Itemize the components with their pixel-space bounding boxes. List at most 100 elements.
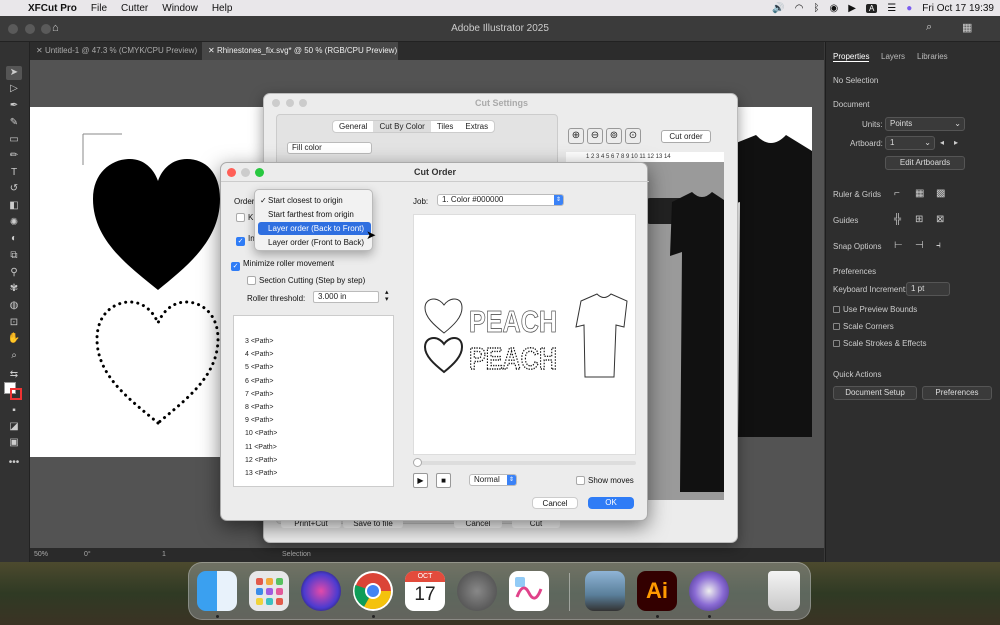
chrome-icon[interactable] xyxy=(353,571,393,611)
hand-tool-icon[interactable]: ✋ xyxy=(6,332,22,346)
job-select[interactable]: 1. Color #000000 ⇕ xyxy=(437,194,564,206)
siri-icon[interactable]: ● xyxy=(906,3,912,14)
draw-mode-icon[interactable]: ◪ xyxy=(6,420,22,434)
snap-point-icon[interactable]: ⊢ xyxy=(894,240,903,251)
zoom-tool-icon[interactable]: ⌕ xyxy=(6,349,22,363)
list-item[interactable]: 6 <Path> xyxy=(234,375,393,388)
screen-mode-icon[interactable]: ▣ xyxy=(6,436,22,450)
k-checkbox[interactable]: K xyxy=(236,213,253,222)
playback-icon[interactable]: ▶ xyxy=(848,3,856,14)
input-source-badge[interactable]: A xyxy=(865,3,878,13)
zoom-in-icon[interactable]: ⊕ xyxy=(568,128,584,144)
list-item[interactable]: 8 <Path> xyxy=(234,401,393,414)
smart-guides-icon[interactable]: ⊠ xyxy=(936,214,944,225)
selection-tool-icon[interactable]: ➤ xyxy=(6,66,22,80)
cancel-button[interactable]: Cancel xyxy=(532,497,578,509)
grid-icon[interactable]: ▦ xyxy=(915,188,924,199)
path-list[interactable]: 3 <Path> 4 <Path> 5 <Path> 6 <Path> 7 <Path>… xyxy=(233,315,394,487)
image-capture-icon[interactable] xyxy=(585,571,625,611)
list-item[interactable]: 13 <Path> xyxy=(234,467,393,480)
tab-layers[interactable]: Layers xyxy=(881,52,905,61)
preferences-button[interactable]: Preferences xyxy=(922,386,992,400)
illustrator-icon[interactable]: Ai xyxy=(637,571,677,611)
menu-cutter[interactable]: Cutter xyxy=(121,3,148,14)
swap-colors-icon[interactable]: ⇆ xyxy=(6,368,22,382)
artboard-number[interactable]: 1 xyxy=(162,551,166,558)
rotate-tool-icon[interactable]: ↺ xyxy=(6,182,22,196)
launchpad-icon[interactable] xyxy=(249,571,289,611)
freeform-icon[interactable] xyxy=(509,571,549,611)
close-tab-icon[interactable]: ✕ xyxy=(208,46,217,55)
cut-order-button[interactable]: Cut order xyxy=(661,130,711,143)
slider-thumb[interactable] xyxy=(413,458,422,467)
control-center-icon[interactable]: ☰ xyxy=(887,3,896,14)
order-option-farthest[interactable]: Start farthest from origin xyxy=(258,208,371,221)
pen-tool-icon[interactable]: ✒ xyxy=(6,99,22,113)
menu-help[interactable]: Help xyxy=(212,3,233,14)
fill-color-select[interactable]: Fill color xyxy=(287,142,372,154)
scale-corners-checkbox[interactable]: Scale Corners xyxy=(833,322,894,331)
list-item[interactable]: 7 <Path> xyxy=(234,388,393,401)
siri-app-icon[interactable] xyxy=(301,571,341,611)
snap-pixel-icon[interactable]: ⫞ xyxy=(936,240,941,251)
lock-guides-icon[interactable]: ⊞ xyxy=(915,214,923,225)
snap-grid-icon[interactable]: ⊣ xyxy=(915,240,924,251)
list-item[interactable]: 5 <Path> xyxy=(234,361,393,374)
stepper-icon[interactable]: ▴ ▾ xyxy=(385,289,389,303)
show-moves-checkbox[interactable]: Show moves xyxy=(576,476,634,485)
list-item[interactable]: 10 <Path> xyxy=(234,427,393,440)
progress-slider[interactable] xyxy=(413,458,636,467)
list-item[interactable]: 11 <Path> xyxy=(234,441,393,454)
clock[interactable]: Fri Oct 17 19:39 xyxy=(922,3,994,14)
tab-cut-by-color[interactable]: Cut By Color xyxy=(373,121,431,132)
eraser-tool-icon[interactable]: ◧ xyxy=(6,199,22,213)
next-artboard-icon[interactable]: ▸ xyxy=(954,138,958,147)
order-option-front-to-back[interactable]: Layer order (Front to Back) xyxy=(258,236,371,249)
list-item[interactable]: 9 <Path> xyxy=(234,414,393,427)
rulers-icon[interactable]: ⌐ xyxy=(894,188,900,199)
artboard-tool-icon[interactable]: ⊡ xyxy=(6,316,22,330)
bluetooth-icon[interactable]: ᛒ xyxy=(814,3,820,14)
blend-tool-icon[interactable]: ⧉ xyxy=(6,249,22,263)
system-settings-icon[interactable] xyxy=(457,571,497,611)
stop-button[interactable]: ■ xyxy=(436,473,451,488)
scale-strokes-checkbox[interactable]: Scale Strokes & Effects xyxy=(833,339,926,348)
trash-icon[interactable] xyxy=(768,571,800,611)
menu-file[interactable]: File xyxy=(91,3,107,14)
zoom-level[interactable]: 50% xyxy=(34,551,48,558)
play-button[interactable]: ▶ xyxy=(413,473,428,488)
more-tools-icon[interactable]: ••• xyxy=(6,456,22,470)
arrange-icon[interactable]: ▦ xyxy=(962,21,972,34)
account-icon[interactable]: ◉ xyxy=(830,3,839,14)
rotation-angle[interactable]: 0° xyxy=(84,551,91,558)
zoom-out-icon[interactable]: ⊖ xyxy=(587,128,603,144)
menu-app-name[interactable]: XFCut Pro xyxy=(28,3,77,14)
tab-properties[interactable]: Properties xyxy=(833,52,870,62)
tab-general[interactable]: General xyxy=(333,121,373,132)
finder-icon[interactable] xyxy=(197,571,237,611)
order-option-closest[interactable]: ✓ Start closest to origin xyxy=(258,194,371,207)
menu-window[interactable]: Window xyxy=(162,3,198,14)
section-cutting-checkbox[interactable]: Section Cutting (Step by step) xyxy=(247,276,365,285)
search-icon[interactable]: ⌕ xyxy=(926,21,932,34)
document-setup-button[interactable]: Document Setup xyxy=(833,386,917,400)
wifi-icon[interactable]: ◠ xyxy=(795,3,804,14)
tab-tiles[interactable]: Tiles xyxy=(431,121,460,132)
previous-artboard-icon[interactable]: ◂ xyxy=(940,138,944,147)
tab-extras[interactable]: Extras xyxy=(459,121,494,132)
in-checkbox[interactable]: ✓ In xyxy=(236,234,255,246)
eyedropper-tool-icon[interactable]: ⚲ xyxy=(6,266,22,280)
edit-artboards-button[interactable]: Edit Artboards xyxy=(885,156,965,170)
symbol-sprayer-icon[interactable]: ✾ xyxy=(6,282,22,296)
tab-libraries[interactable]: Libraries xyxy=(917,52,948,61)
speed-select[interactable]: Normal ⇕ xyxy=(469,474,517,486)
gradient-tool-icon[interactable]: ◐ xyxy=(6,232,22,246)
zoom-fit-icon[interactable]: ⊚ xyxy=(606,128,622,144)
transparency-grid-icon[interactable]: ▩ xyxy=(936,188,945,199)
tab-untitled[interactable]: ✕ Untitled-1 @ 47.3 % (CMYK/CPU Preview) xyxy=(30,42,200,60)
use-preview-bounds-checkbox[interactable]: Use Preview Bounds xyxy=(833,305,917,314)
direct-selection-icon[interactable]: ▷ xyxy=(6,82,22,96)
keyboard-increment-input[interactable]: 1 pt xyxy=(906,282,950,296)
color-mode-icon[interactable]: ▪ xyxy=(6,404,22,418)
curvature-tool-icon[interactable]: ✎ xyxy=(6,116,22,130)
